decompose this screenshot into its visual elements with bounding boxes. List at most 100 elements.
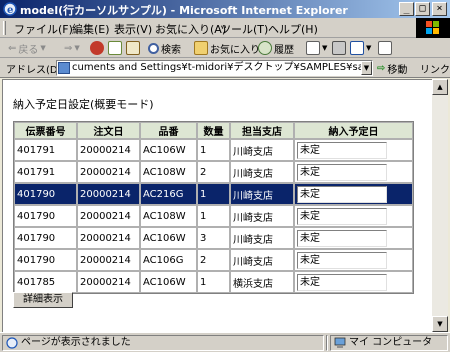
delivery-date-input[interactable]: 未定 — [297, 273, 387, 291]
toolbar-grip[interactable] — [3, 21, 6, 35]
menu-tools[interactable]: ツール(T) — [220, 21, 268, 37]
table-row[interactable]: 401791 20000214 AC108W 2 川崎支店 未定 — [14, 161, 413, 183]
back-label: 戻る — [18, 44, 39, 56]
column-header-delivery: 納入予定日 — [294, 122, 413, 139]
go-label: 移動 — [387, 65, 408, 76]
cell-part: AC106W — [140, 227, 197, 249]
delivery-date-input[interactable]: 未定 — [297, 229, 387, 247]
cell-delivery: 未定 — [294, 271, 413, 293]
delivery-date-input[interactable]: 未定 — [297, 251, 387, 269]
chevron-down-icon: ▼ — [74, 44, 80, 52]
cell-slip: 401790 — [14, 249, 77, 271]
close-button[interactable]: × — [432, 2, 447, 16]
stop-icon — [90, 41, 104, 55]
cell-delivery: 未定 — [294, 161, 413, 183]
security-zone: マイ コンピュータ — [330, 335, 448, 351]
go-button[interactable]: ⇨ 移動 — [377, 61, 407, 76]
cell-branch: 川崎支店 — [230, 227, 294, 249]
menu-file[interactable]: ファイル(F) — [14, 21, 73, 37]
stop-button[interactable] — [90, 40, 104, 56]
page-viewport: 納入予定日設定(概要モード) 伝票番号 注文日 品番 数量 担当支店 納入予定日… — [2, 79, 432, 332]
search-button[interactable]: 検索 — [148, 40, 181, 56]
menu-edit[interactable]: 編集(E) — [72, 21, 110, 37]
table-row[interactable]: 401790 20000214 AC216G 1 川崎支店 未定 — [14, 183, 413, 205]
home-button[interactable] — [126, 40, 140, 56]
favorites-button[interactable]: お気に入り — [194, 40, 260, 56]
table-header-row: 伝票番号 注文日 品番 数量 担当支店 納入予定日 — [14, 122, 413, 139]
menu-help[interactable]: ヘルプ(H) — [268, 21, 318, 37]
cell-order-date: 20000214 — [77, 161, 140, 183]
status-divider — [326, 335, 328, 351]
title-bar: e model(行カーソルサンプル) - Microsoft Internet … — [0, 0, 450, 18]
chevron-down-icon: ▼ — [363, 64, 370, 72]
favorites-icon — [194, 41, 208, 55]
search-label: 検索 — [161, 44, 181, 56]
menu-favorites[interactable]: お気に入り(A) — [155, 21, 226, 37]
go-arrow-icon: ⇨ — [377, 63, 386, 74]
address-dropdown-button[interactable]: ▼ — [361, 61, 372, 75]
cell-qty: 1 — [197, 139, 230, 161]
address-bar: アドレス(D) cuments and Settings¥t-midori¥デス… — [0, 58, 450, 78]
mail-icon — [306, 41, 320, 55]
cell-delivery: 未定 — [294, 249, 413, 271]
column-header-slip: 伝票番号 — [14, 122, 77, 139]
windows-flag-icon — [426, 21, 440, 35]
cell-branch: 川崎支店 — [230, 161, 294, 183]
table-row[interactable]: 401785 20000214 AC106W 1 横浜支店 未定 — [14, 271, 413, 293]
chevron-down-icon: ▼ — [322, 44, 328, 52]
detail-view-button[interactable]: 詳細表示 — [13, 292, 73, 308]
cell-branch: 川崎支店 — [230, 205, 294, 227]
delivery-date-input[interactable]: 未定 — [297, 185, 387, 203]
address-input[interactable]: cuments and Settings¥t-midori¥デスクトップ¥SAM… — [56, 60, 373, 76]
table-row[interactable]: 401790 20000214 AC106W 3 川崎支店 未定 — [14, 227, 413, 249]
delivery-date-input[interactable]: 未定 — [297, 207, 387, 225]
scroll-up-button[interactable]: ▲ — [432, 79, 448, 95]
back-button[interactable]: ⇐ 戻る ▼ — [8, 40, 46, 56]
refresh-button[interactable] — [108, 40, 122, 56]
orders-table: 伝票番号 注文日 品番 数量 担当支店 納入予定日 401791 20000214… — [13, 121, 414, 294]
cell-branch: 横浜支店 — [230, 271, 294, 293]
menu-view[interactable]: 表示(V) — [114, 21, 152, 37]
vertical-scrollbar[interactable]: ▲ ▼ — [432, 79, 448, 332]
minimize-button[interactable]: _ — [399, 2, 414, 16]
cell-part: AC106W — [140, 271, 197, 293]
cell-order-date: 20000214 — [77, 183, 140, 205]
cell-slip: 401791 — [14, 161, 77, 183]
table-row[interactable]: 401791 20000214 AC106W 1 川崎支店 未定 — [14, 139, 413, 161]
cell-order-date: 20000214 — [77, 205, 140, 227]
cell-delivery: 未定 — [294, 183, 413, 205]
search-icon — [148, 42, 159, 54]
word-icon — [350, 41, 364, 55]
cell-order-date: 20000214 — [77, 249, 140, 271]
scroll-down-button[interactable]: ▼ — [432, 316, 448, 332]
discuss-icon — [378, 41, 392, 55]
cell-qty: 1 — [197, 205, 230, 227]
cell-branch: 川崎支店 — [230, 249, 294, 271]
edit-button[interactable]: ▼ — [350, 40, 371, 56]
page-title: 納入予定日設定(概要モード) — [13, 98, 154, 111]
refresh-icon — [108, 41, 122, 55]
cell-qty: 2 — [197, 249, 230, 271]
cell-part: AC106G — [140, 249, 197, 271]
history-button[interactable]: 履歴 — [258, 40, 294, 56]
column-header-qty: 数量 — [197, 122, 230, 139]
links-button[interactable]: リンク » — [420, 61, 450, 76]
discuss-button[interactable] — [378, 40, 392, 56]
svg-text:e: e — [7, 5, 13, 16]
cell-order-date: 20000214 — [77, 271, 140, 293]
column-header-order-date: 注文日 — [77, 122, 140, 139]
ie-page-icon — [6, 337, 18, 349]
cell-slip: 401790 — [14, 205, 77, 227]
column-header-branch: 担当支店 — [230, 122, 294, 139]
cell-branch: 川崎支店 — [230, 139, 294, 161]
table-row[interactable]: 401790 20000214 AC108W 1 川崎支店 未定 — [14, 205, 413, 227]
table-row[interactable]: 401790 20000214 AC106G 2 川崎支店 未定 — [14, 249, 413, 271]
print-button[interactable] — [332, 40, 346, 56]
cell-part: AC106W — [140, 139, 197, 161]
maximize-button[interactable]: □ — [415, 2, 430, 16]
mail-button[interactable]: ▼ — [306, 40, 327, 56]
forward-button[interactable]: ⇒ ▼ — [64, 40, 80, 56]
history-icon — [258, 41, 272, 55]
delivery-date-input[interactable]: 未定 — [297, 141, 387, 159]
delivery-date-input[interactable]: 未定 — [297, 163, 387, 181]
